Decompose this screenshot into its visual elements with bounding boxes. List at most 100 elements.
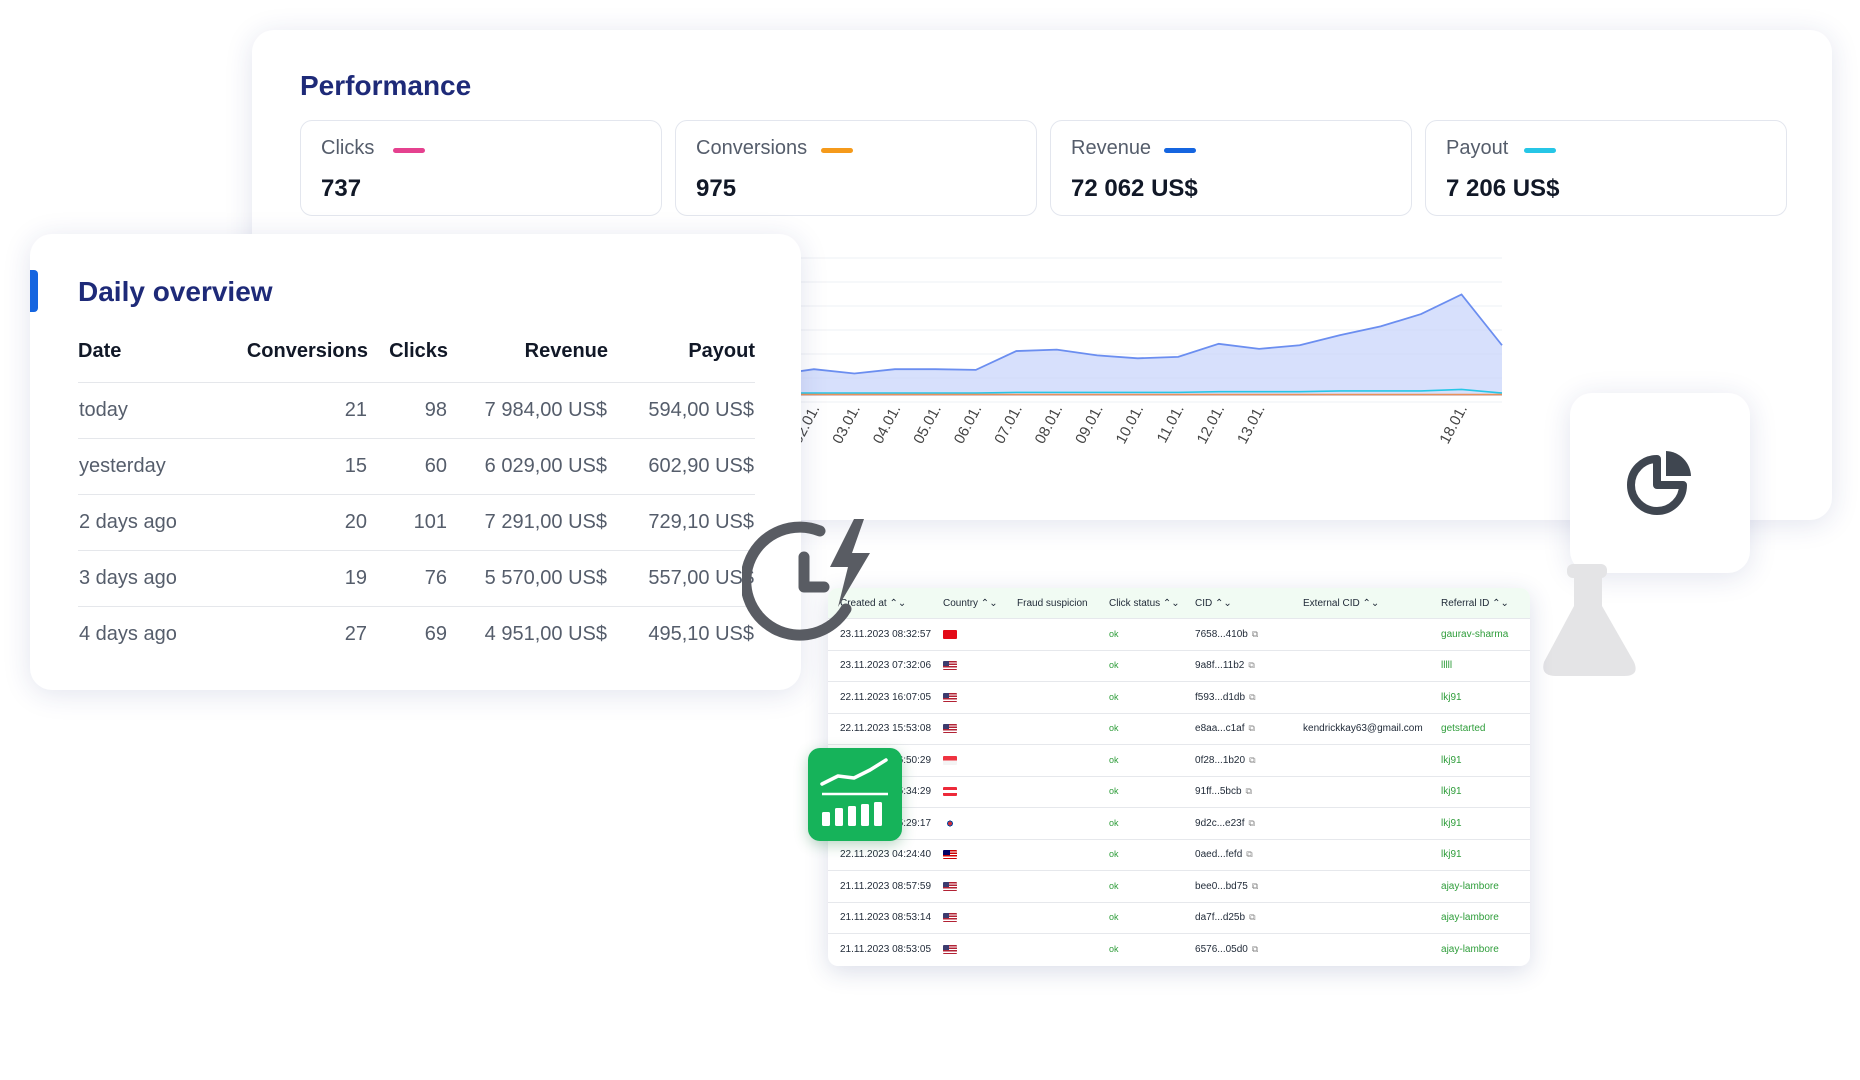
metric-revenue[interactable]: Revenue 72 062 US$ [1050,120,1412,216]
cell-date: 2 days ago [78,494,238,551]
col-click-status[interactable]: Click status ⌃⌄ [1097,588,1184,619]
table-row[interactable]: 23.11.2023 07:32:06 ok 9a8f...11b2 ⧉ lllll [828,649,1530,682]
referral-id[interactable]: lllll [1441,660,1452,671]
referral-id[interactable]: getstarted [1441,723,1485,734]
cell-date: today [78,382,238,439]
copy-icon[interactable]: ⧉ [1249,692,1255,702]
referral-id[interactable]: ajay-lambore [1441,881,1499,892]
created-at: 22.11.2023 16:07:05 [828,681,932,713]
flag-sg [943,755,958,765]
col-country[interactable]: Country ⌃⌄ [931,588,1006,619]
metric-label: Revenue [1071,137,1152,159]
referral-id[interactable]: lkj91 [1441,786,1462,797]
x-tick-label: 18.01. [1436,402,1471,447]
table-row[interactable]: 22.11.2023 05:29:17ok9d2c...e23f⧉lkj91 [828,807,1530,839]
external-cid [1291,744,1430,776]
metric-conversions[interactable]: Conversions 975 [675,120,1037,216]
table-row[interactable]: 22.11.2023 06:50:29ok0f28...1b20⧉lkj91 [828,744,1530,776]
copy-icon[interactable]: ⧉ [1246,849,1252,859]
pie-chart-icon [1627,451,1691,515]
table-row: today 21 98 7 984,00 US$ 594,00 US$ [78,382,755,439]
flask-icon [1543,564,1636,676]
x-tick-label: 07.01. [991,402,1026,447]
table-row[interactable]: 22.11.2023 04:24:40 ok 0aed...fefd ⧉ lkj91 [828,838,1530,871]
cell-revenue: 6 029,00 US$ [448,438,608,495]
table-row[interactable]: 23.11.2023 08:32:57 ok 7658...410b ⧉ gaurav-… [828,618,1530,650]
metric-clicks[interactable]: Clicks 737 [300,120,662,216]
cell-payout: 594,00 US$ [608,382,755,439]
x-tick-label: 04.01. [870,402,905,447]
col-payout: Payout [688,339,755,362]
col-cid[interactable]: CID ⌃⌄ [1183,588,1292,619]
copy-icon[interactable]: ⧉ [1252,629,1258,639]
created-at: 21.11.2023 08:53:05 [828,933,932,965]
cell-revenue: 7 984,00 US$ [448,382,608,439]
copy-icon[interactable]: ⧉ [1249,723,1255,733]
cid: e8aa...c1af [1195,723,1245,735]
click-status: ok [1109,723,1119,734]
table-header-row: Date Conversions Clicks Revenue Payout [78,334,755,383]
x-tick-label: 06.01. [951,402,986,447]
col-external-cid[interactable]: External CID ⌃⌄ [1291,588,1430,619]
created-at: 21.11.2023 08:53:14 [828,901,932,934]
cell-payout: 602,90 US$ [608,438,755,495]
analytics-icon-card [1570,393,1750,573]
referral-id[interactable]: lkj91 [1441,692,1462,703]
copy-icon[interactable]: ⧉ [1252,881,1258,891]
col-fraud-suspicion: Fraud suspicion [1005,588,1098,619]
metric-value: 737 [321,175,362,202]
cell-clicks: 76 [368,550,448,607]
external-cid [1291,807,1430,839]
external-cid [1291,649,1430,682]
cid: bee0...bd75 [1195,880,1248,892]
cell-payout: 557,00 US$ [608,550,755,607]
clicks-table-card: Created at ⌃⌄ Country ⌃⌄ Fraud suspicion… [828,588,1530,966]
external-cid: kendrickkay63@gmail.com [1291,712,1430,745]
click-status: ok [1109,660,1119,671]
x-tick-label: 09.01. [1072,402,1107,447]
cell-revenue: 4 951,00 US$ [448,606,608,662]
copy-icon[interactable]: ⧉ [1249,912,1255,922]
copy-icon[interactable]: ⧉ [1252,944,1258,954]
metric-value: 7 206 US$ [1446,175,1560,202]
external-cid [1291,933,1430,965]
cell-revenue: 5 570,00 US$ [448,550,608,607]
x-tick-label: 03.01. [829,402,864,447]
referral-id[interactable]: ajay-lambore [1441,912,1499,923]
col-referral-id[interactable]: Referral ID ⌃⌄ [1429,588,1530,619]
referral-id[interactable]: lkj91 [1441,818,1462,829]
external-cid [1291,838,1430,871]
series-swatch [1524,148,1556,153]
metric-payout[interactable]: Payout 7 206 US$ [1425,120,1787,216]
table-row: 2 days ago 20 101 7 291,00 US$ 729,10 US$ [78,494,755,551]
cid: 9a8f...11b2 [1195,660,1245,672]
referral-id[interactable]: lkj91 [1441,849,1462,860]
table-row[interactable]: 21.11.2023 08:53:14 ok da7f...d25b ⧉ ajay-la… [828,901,1530,934]
cid: 0f28...1b20 [1195,754,1246,766]
metric-label: Conversions [696,137,808,159]
table-row[interactable]: 22.11.2023 15:53:08 ok e8aa...c1af ⧉ kendric… [828,712,1530,745]
table-row[interactable]: 22.11.2023 05:34:29ok91ff...5bcb⧉lkj91 [828,775,1530,808]
cell-conversions: 20 [238,494,368,551]
referral-id[interactable]: lkj91 [1441,755,1462,766]
copy-icon[interactable]: ⧉ [1246,786,1252,796]
col-conversions: Conversions [246,339,368,362]
referral-id[interactable]: gaurav-sharma [1441,629,1508,640]
table-row[interactable]: 22.11.2023 16:07:05 ok f593...d1db ⧉ lkj91 [828,681,1530,713]
click-status: ok [1109,628,1119,639]
referral-id[interactable]: ajay-lambore [1441,944,1499,955]
copy-icon[interactable]: ⧉ [1249,755,1255,765]
copy-icon[interactable]: ⧉ [1248,660,1254,670]
table-row[interactable]: 21.11.2023 08:53:05 ok 6576...05d0 ⧉ ajay-la… [828,933,1530,965]
copy-icon[interactable]: ⧉ [1249,818,1255,828]
metric-label: Payout [1446,137,1509,159]
x-tick-label: 08.01. [1032,402,1067,447]
cell-payout: 729,10 US$ [608,494,755,551]
series-swatch [1164,148,1196,153]
metric-value: 975 [696,175,737,202]
flag-my [943,850,958,860]
clicks-table-body: 23.11.2023 08:32:57 ok 7658...410b ⧉ gaurav-… [828,618,1530,965]
table-row[interactable]: 21.11.2023 08:57:59 ok bee0...bd75 ⧉ ajay-la… [828,870,1530,902]
x-tick-label: 11.01. [1154,402,1188,446]
performance-title: Performance [300,70,472,101]
